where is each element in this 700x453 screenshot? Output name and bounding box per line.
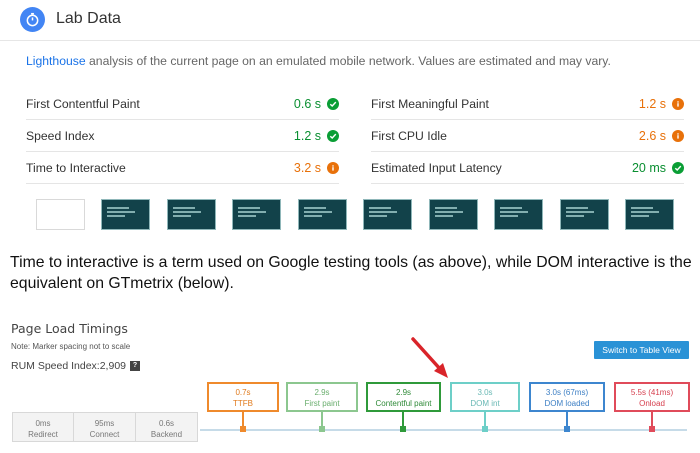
marker-note: Note: Marker spacing not to scale <box>11 342 131 351</box>
filmstrip <box>36 199 686 231</box>
filmstrip-thumbnail[interactable] <box>298 199 347 230</box>
metric-label: First CPU Idle <box>371 128 447 143</box>
metric-label: Estimated Input Latency <box>371 160 502 175</box>
metric-value: 2.6 s <box>638 128 666 143</box>
segment-label: Redirect <box>28 430 58 439</box>
filmstrip-thumbnail[interactable] <box>429 199 478 230</box>
red-arrow-icon <box>411 337 448 378</box>
filmstrip-thumbnail[interactable] <box>101 199 150 230</box>
segment-label: Backend <box>150 430 183 439</box>
rum-value: 2,909 <box>99 360 126 372</box>
filmstrip-thumbnail[interactable] <box>494 199 543 230</box>
pass-check-icon <box>672 161 684 174</box>
timing-marker-first-paint[interactable]: 2.9s First paint <box>286 382 358 412</box>
metric-value: 1.2 s <box>638 96 666 111</box>
metric-speed-index: Speed Index 1.2 s <box>26 120 339 152</box>
segment-time: 0ms <box>35 419 51 428</box>
marker-label: TTFB <box>233 399 253 408</box>
timeline-segment-backend: 0.6s Backend <box>136 412 198 442</box>
metric-time-to-interactive: Time to Interactive 3.2 s <box>26 152 339 184</box>
lighthouse-link[interactable]: Lighthouse <box>26 54 86 68</box>
segment-time: 95ms <box>94 419 115 428</box>
marker-label: Contentful paint <box>375 399 432 408</box>
metric-first-contentful-paint: First Contentful Paint 0.6 s <box>26 88 339 120</box>
caption-text: Time to interactive is a term used on Go… <box>10 254 692 292</box>
filmstrip-thumbnail[interactable] <box>363 199 412 230</box>
lab-data-title: Lab Data <box>56 10 121 27</box>
marker-label: Onload <box>639 399 665 408</box>
average-info-icon <box>672 129 684 142</box>
marker-time: 2.9s <box>395 388 412 397</box>
help-icon[interactable]: ? <box>130 361 140 371</box>
average-info-icon <box>327 161 339 174</box>
marker-time: 0.7s <box>235 388 251 397</box>
average-info-icon <box>672 97 684 110</box>
filmstrip-thumbnail[interactable] <box>560 199 609 230</box>
rum-label: RUM Speed Index: <box>11 360 100 372</box>
metric-estimated-input-latency: Estimated Input Latency 20 ms <box>371 152 684 184</box>
timing-marker-onload[interactable]: 5.5s (41ms) Onload <box>614 382 690 412</box>
metric-value: 20 ms <box>631 160 666 175</box>
filmstrip-thumbnail[interactable] <box>36 199 85 230</box>
marker-dot <box>240 426 246 432</box>
timeline-segment-redirect: 0ms Redirect <box>12 412 74 442</box>
marker-label: DOM int <box>470 399 500 408</box>
timing-marker-ttfb[interactable]: 0.7s TTFB <box>207 382 279 412</box>
segment-time: 0.6s <box>158 419 175 428</box>
segment-label: Connect <box>89 430 120 439</box>
switch-to-table-view-button[interactable]: Switch to Table View <box>594 341 689 359</box>
timeline-segment-connect: 95ms Connect <box>74 412 136 442</box>
metric-label: Time to Interactive <box>26 160 126 175</box>
metric-value: 1.2 s <box>293 128 321 143</box>
lab-data-header: Lab Data <box>20 6 121 32</box>
stopwatch-icon <box>20 6 45 32</box>
metric-value: 0.6 s <box>293 96 321 111</box>
timing-marker-contentful-paint[interactable]: 2.9s Contentful paint <box>366 382 441 412</box>
marker-dot <box>649 426 655 432</box>
metric-label: First Meaningful Paint <box>371 96 489 111</box>
metric-first-meaningful-paint: First Meaningful Paint 1.2 s <box>371 88 684 120</box>
marker-label: First paint <box>304 399 340 408</box>
page-load-timings-title: Page Load Timings <box>11 321 128 336</box>
marker-dot <box>564 426 570 432</box>
lab-description: Lighthouse analysis of the current page … <box>26 54 611 68</box>
filmstrip-thumbnail[interactable] <box>625 199 674 230</box>
marker-label: DOM loaded <box>544 399 590 408</box>
marker-time: 2.9s <box>314 388 330 397</box>
marker-dot <box>319 426 325 432</box>
page: Lab Data Lighthouse analysis of the curr… <box>0 0 700 453</box>
filmstrip-thumbnail[interactable] <box>167 199 216 230</box>
rum-speed-index: RUM Speed Index: 2,909 ? <box>11 360 140 372</box>
metric-label: Speed Index <box>26 128 95 143</box>
timing-marker-dom-loaded[interactable]: 3.0s (67ms) DOM loaded <box>529 382 605 412</box>
filmstrip-thumbnail[interactable] <box>232 199 281 230</box>
marker-time: 3.0s (67ms) <box>545 388 589 397</box>
timeline-base-segments: 0ms Redirect 95ms Connect 0.6s Backend <box>12 412 198 442</box>
marker-dot <box>400 426 406 432</box>
lab-description-text: analysis of the current page on an emula… <box>85 54 611 68</box>
metric-label: First Contentful Paint <box>26 96 140 111</box>
marker-time: 3.0s <box>477 388 493 397</box>
timeline-axis <box>200 429 687 431</box>
marker-dot <box>482 426 488 432</box>
pass-check-icon <box>327 97 339 110</box>
metric-first-cpu-idle: First CPU Idle 2.6 s <box>371 120 684 152</box>
metric-value: 3.2 s <box>293 160 321 175</box>
marker-time: 5.5s (41ms) <box>630 388 674 397</box>
timing-marker-dom-interactive[interactable]: 3.0s DOM int <box>450 382 520 412</box>
divider <box>0 40 700 41</box>
pass-check-icon <box>327 129 339 142</box>
